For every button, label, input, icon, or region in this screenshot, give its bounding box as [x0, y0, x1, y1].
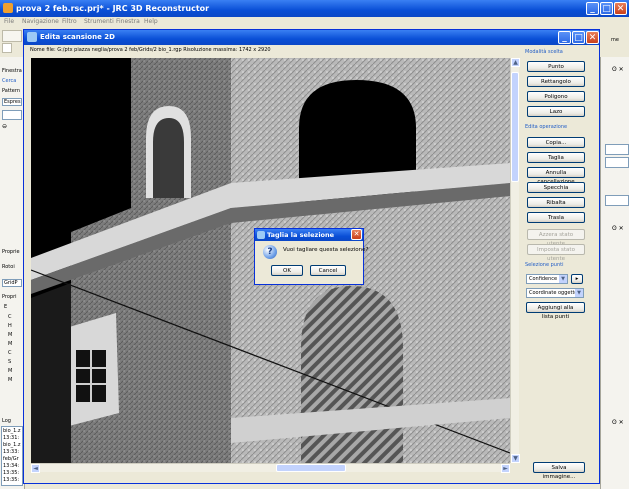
mode-poligono-button[interactable]: Poligono: [527, 91, 585, 102]
menu-finestra[interactable]: Finestra: [116, 17, 140, 27]
editor-title: Edita scansione 2D: [40, 33, 115, 41]
save-image-button[interactable]: Salva immagine...: [533, 462, 585, 480]
add-to-point-list-button[interactable]: Aggiungi alla lista punti: [526, 302, 585, 320]
log-line: feb/Gr: [3, 456, 19, 462]
mirror-button[interactable]: Specchia: [527, 182, 585, 193]
editor-close-button[interactable]: ✕: [586, 31, 599, 44]
tree-expand-icon[interactable]: ⊖: [2, 123, 7, 130]
log-output: bio_1.z 13:31: bio_1.z 13:33: feb/Gr 13:…: [1, 426, 23, 486]
confidence-select[interactable]: Confidence ▼: [526, 274, 568, 284]
chevron-down-icon[interactable]: ▼: [559, 275, 567, 283]
editor-minimize-button[interactable]: _: [558, 31, 571, 44]
expression-field[interactable]: Espres: [2, 98, 22, 106]
pattern-label: Pattern: [2, 88, 20, 94]
ok-button[interactable]: OK: [271, 265, 303, 276]
editor-maximize-button[interactable]: □: [572, 31, 585, 44]
scroll-up-icon[interactable]: ▲: [511, 58, 520, 67]
editor-icon: [27, 32, 37, 42]
log-label: Log: [2, 418, 11, 424]
mode-punto-button[interactable]: Punto: [527, 61, 585, 72]
editor-title-bar: Edita scansione 2D _ □ ✕: [24, 30, 599, 45]
finestra-label: Finestra: [2, 68, 22, 74]
menu-bar: File Navigazione Filtro Strumenti Finest…: [0, 17, 629, 27]
right-spin-field[interactable]: [605, 157, 629, 168]
cerca-link[interactable]: Cerca: [2, 78, 24, 84]
log-line: bio_1.z: [3, 428, 21, 434]
right-combo-field[interactable]: [605, 195, 629, 206]
vertical-scroll-thumb[interactable]: [511, 72, 519, 182]
panel-close-icon[interactable]: ʘ ✕: [612, 225, 624, 232]
menu-help[interactable]: Help: [144, 17, 158, 27]
menu-strumenti[interactable]: Strumenti: [84, 17, 114, 27]
reset-user-state-button[interactable]: Azzera stato utente: [527, 229, 585, 247]
menu-file[interactable]: File: [4, 17, 14, 27]
rotation-label: Rotoi: [2, 264, 15, 270]
undo-delete-button[interactable]: Annulla cancellazione: [527, 167, 585, 185]
mode-lazo-button[interactable]: Lazo: [527, 106, 585, 117]
edit-operation-header: Edita operazione: [525, 124, 568, 130]
minimize-button[interactable]: _: [586, 2, 599, 15]
scroll-right-icon[interactable]: ►: [501, 464, 510, 473]
pattern-list[interactable]: [2, 110, 22, 120]
selection-mode-header: Modalità scelta: [525, 49, 563, 55]
confirm-close-button[interactable]: ✕: [351, 229, 362, 240]
copy-button[interactable]: Copia...: [527, 137, 585, 148]
confirm-app-icon: [257, 231, 265, 239]
scroll-down-icon[interactable]: ▼: [511, 454, 520, 463]
menu-navigazione[interactable]: Navigazione: [22, 17, 59, 27]
confidence-step-icon[interactable]: ▸: [571, 274, 583, 284]
confirm-question: Vuoi tagliare questa selezione?: [283, 247, 369, 253]
horizontal-scroll-thumb[interactable]: [276, 464, 346, 472]
properties-label: Proprie: [2, 249, 20, 255]
cancel-button[interactable]: Cancel: [310, 265, 346, 276]
menu-filtro[interactable]: Filtro: [62, 17, 77, 27]
confidence-value: Confidence: [529, 276, 558, 282]
scroll-left-icon[interactable]: ◄: [31, 464, 40, 473]
log-line: 13:34:: [3, 463, 20, 469]
toolbar-right-label: me: [611, 37, 619, 43]
cut-button[interactable]: Taglia: [527, 152, 585, 163]
panel-close-icon[interactable]: ʘ ✕: [612, 419, 624, 426]
question-icon: ?: [263, 245, 277, 259]
app-icon: [3, 3, 13, 13]
flip-button[interactable]: Ribalta: [527, 197, 585, 208]
chevron-down-icon[interactable]: ▼: [575, 289, 583, 297]
app-title: prova 2 feb.rsc.prj* - JRC 3D Reconstruc…: [16, 4, 210, 13]
log-line: 13:35:: [3, 470, 20, 476]
coordinate-select[interactable]: Coordinate oggetto ▼: [526, 288, 584, 298]
log-line: bio_1.z: [3, 442, 21, 448]
log-line: 13:31:: [3, 435, 20, 441]
confirm-title-bar: Taglia la selezione ✕: [255, 229, 363, 241]
log-line: 13:35:: [3, 477, 20, 483]
mode-rettangolo-button[interactable]: Rettangolo: [527, 76, 585, 87]
panel-close-icon[interactable]: ʘ ✕: [612, 66, 624, 73]
main-title-bar: prova 2 feb.rsc.prj* - JRC 3D Reconstruc…: [0, 0, 629, 17]
log-line: 13:33:: [3, 449, 20, 455]
toolbar-checkbox[interactable]: [2, 43, 12, 53]
right-spin-field[interactable]: [605, 144, 629, 155]
horizontal-scrollbar[interactable]: ◄ ►: [31, 463, 510, 473]
point-selection-header: Selezione punti: [525, 262, 564, 268]
close-button[interactable]: ✕: [614, 2, 627, 15]
maximize-button[interactable]: □: [600, 2, 613, 15]
prop-label: Propri: [2, 294, 17, 300]
set-user-state-button[interactable]: Imposta stato utente: [527, 244, 585, 262]
right-dock-panel: ʘ ✕ ʘ ✕ ʘ ✕: [600, 57, 629, 489]
vertical-scrollbar[interactable]: ▲ ▼: [510, 58, 520, 463]
left-dock-panel: Finestra Cerca Pattern Espres ⊖ Proprie …: [0, 57, 25, 489]
toolbar-button[interactable]: [2, 30, 22, 42]
confirm-title: Taglia la selezione: [267, 231, 335, 239]
translate-button[interactable]: Trasla: [527, 212, 585, 223]
grid-tab[interactable]: GridP: [2, 279, 22, 287]
file-info: Nome file: G:/ptx piazza neglia/prova 2 …: [30, 47, 271, 53]
coordinate-value: Coordinate oggetto: [529, 290, 578, 296]
